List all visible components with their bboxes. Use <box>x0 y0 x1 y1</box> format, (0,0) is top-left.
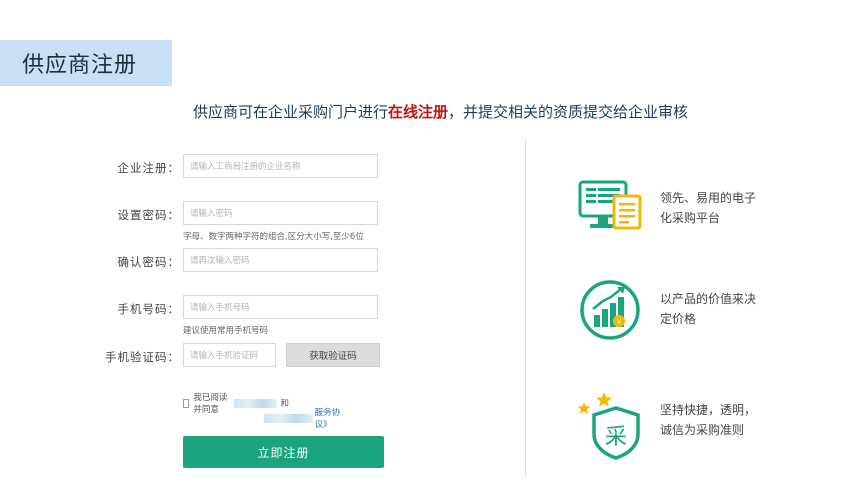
svg-text:¥: ¥ <box>617 318 622 326</box>
feature-2-text: 以产品的价值来决 定价格 <box>660 289 756 329</box>
sms-code-input[interactable]: 请输入手机验证码 <box>183 343 276 367</box>
feature-2-line1: 以产品的价值来决 <box>660 292 757 306</box>
subtitle-text: 供应商可在企业采购门户进行 <box>193 103 389 121</box>
confirm-password-input[interactable]: 请再次输入密码 <box>183 248 378 272</box>
password-input[interactable]: 请输入密码 <box>183 201 378 225</box>
feature-3-text: 坚持快捷，透明， 诚信为采购准则 <box>660 400 756 440</box>
shield-character: 采 <box>605 425 627 450</box>
page-subtitle: 供应商可在企业采购门户进行在线注册，并提交相关的资质提交给企业审核 <box>193 101 688 122</box>
confirm-password-label: 确认密码： <box>117 255 180 269</box>
password-hint: 字母、数字两种字符的组合,区分大小写,至少6位 <box>183 232 364 242</box>
phone-label: 手机号码： <box>117 302 180 316</box>
agreement-checkbox[interactable] <box>183 398 190 408</box>
agreement-row-2: 服务协议》 <box>264 406 347 430</box>
feature-1-line2: 化采购平台 <box>660 211 721 225</box>
feature-1-line1: 领先、易用的电子 <box>660 191 757 205</box>
computer-document-icon <box>578 180 642 230</box>
purchase-shield-icon: 采 <box>577 392 640 460</box>
company-input[interactable]: 请输入工商局注册的企业名称 <box>183 154 378 178</box>
service-agreement-link[interactable]: 服务协议》 <box>315 406 347 430</box>
vertical-divider <box>525 138 526 478</box>
subtitle-highlight: 在线注册 <box>388 103 449 121</box>
blurred-link-2[interactable] <box>264 413 313 423</box>
company-label: 企业注册： <box>117 161 180 175</box>
registration-page: 供应商注册 供应商可在企业采购门户进行在线注册，并提交相关的资质提交给企业审核 … <box>0 0 860 484</box>
phone-hint: 建议使用常用手机号码 <box>183 326 269 336</box>
sms-code-label: 手机验证码： <box>105 350 180 364</box>
feature-1-text: 领先、易用的电子 化采购平台 <box>660 188 756 228</box>
title-banner: 供应商注册 <box>0 40 172 86</box>
feature-3-line1: 坚持快捷，透明， <box>660 403 757 417</box>
page-title: 供应商注册 <box>22 53 138 78</box>
growth-chart-icon: ¥ <box>580 280 640 340</box>
phone-input[interactable]: 请输入手机号码 <box>183 295 378 319</box>
feature-3-line2: 诚信为采购准则 <box>660 423 745 437</box>
get-sms-code-button[interactable]: 获取验证码 <box>286 343 380 367</box>
feature-2-line2: 定价格 <box>660 312 697 326</box>
register-button[interactable]: 立即注册 <box>183 436 384 468</box>
password-label: 设置密码： <box>117 208 180 222</box>
agreement-prefix: 我已阅读并同意 <box>193 393 228 415</box>
subtitle-text-end: ，并提交相关的资质提交给企业审核 <box>448 103 689 121</box>
